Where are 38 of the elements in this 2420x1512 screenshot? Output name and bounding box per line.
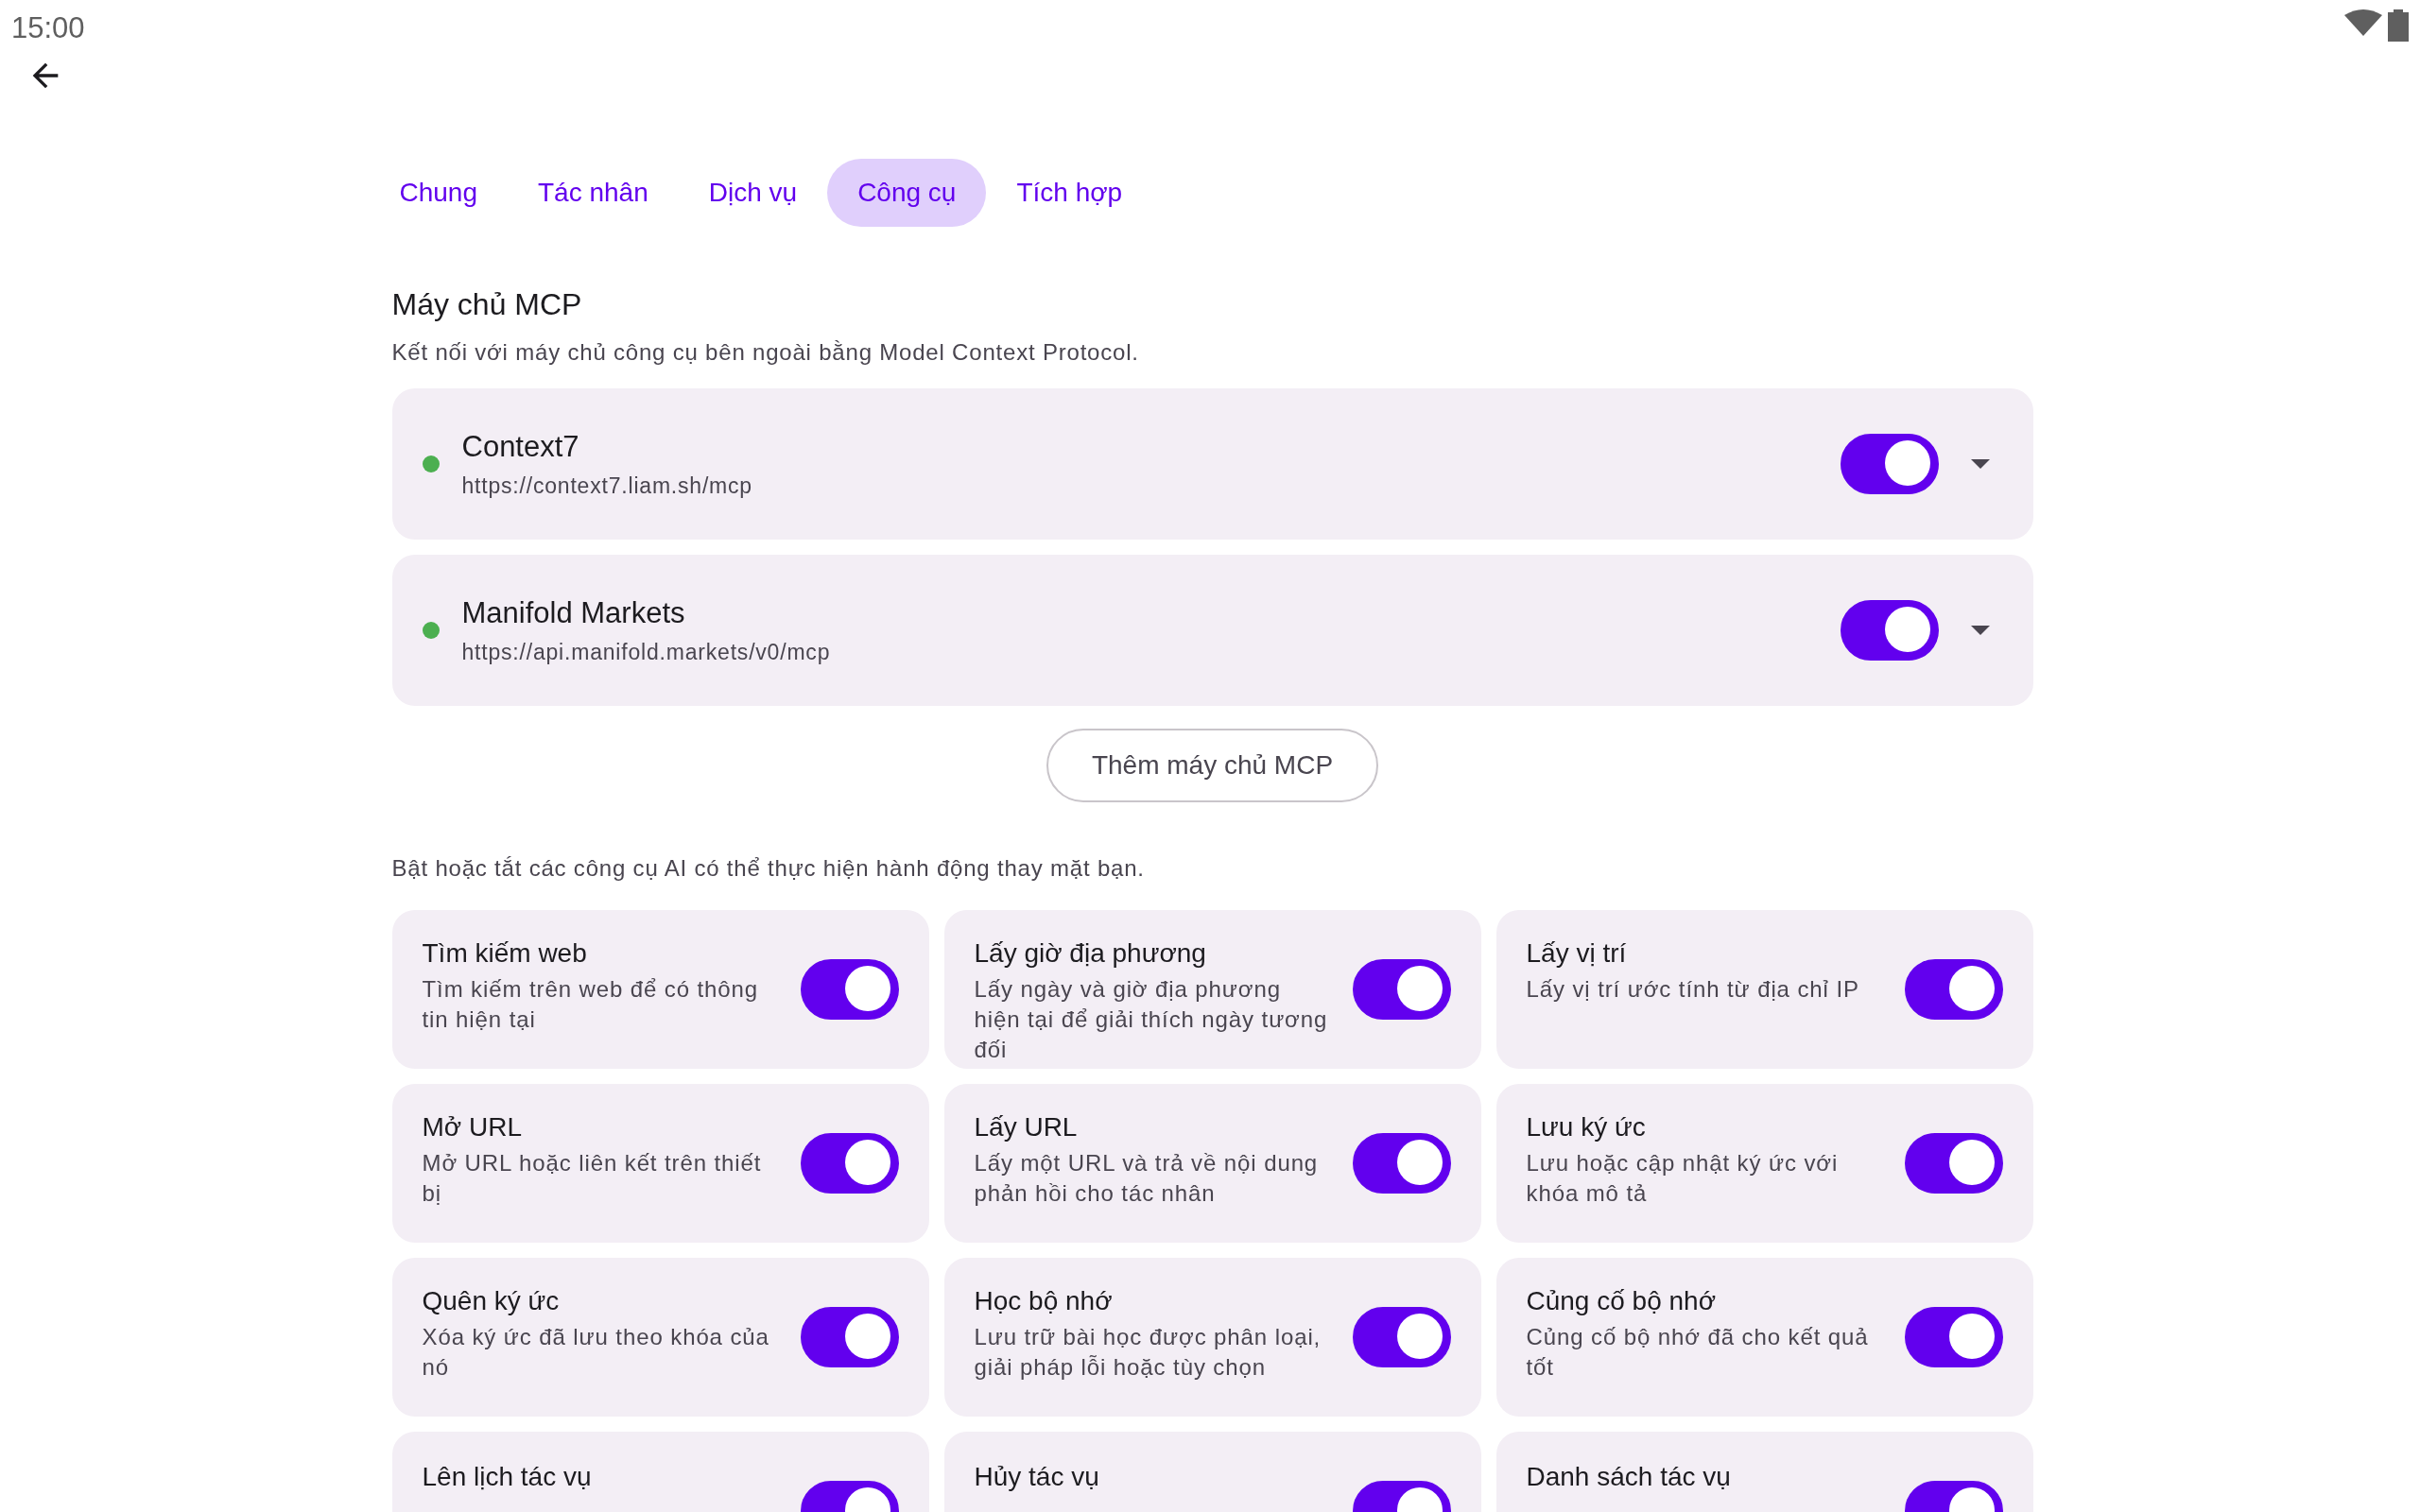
tool-description: Mở URL hoặc liên kết trên thiết bị xyxy=(422,1149,763,1208)
tool-name: Học bộ nhớ xyxy=(974,1286,1114,1316)
section-title: Máy chủ MCP xyxy=(391,287,583,322)
tool-name: Mở URL xyxy=(422,1112,523,1143)
tool-description: Tìm kiếm trên web để có thông tin hiện tại xyxy=(422,975,760,1034)
tool-name: Hủy tác vụ xyxy=(974,1462,1100,1492)
tool-name: Lưu ký ức xyxy=(1526,1112,1647,1143)
tool-description: Lấy ngày và giờ địa phương hiện tại để giải thích ngày tương đối xyxy=(974,975,1329,1064)
wifi-icon xyxy=(2344,9,2382,36)
tool-name: Quên ký ức xyxy=(422,1286,561,1316)
tool-name: Tìm kiếm web xyxy=(422,938,588,969)
server-name: Context7 xyxy=(461,429,580,464)
server-url: https://context7.liam.sh/mcp xyxy=(461,472,753,499)
tool-name: Lên lịch tác vụ xyxy=(422,1462,593,1492)
tab[interactable]: Tác nhân xyxy=(508,159,679,227)
add-server-button[interactable]: Thêm máy chủ MCP xyxy=(1046,729,1379,802)
tool-description: Lưu hoặc cập nhật ký ức với khóa mô tả xyxy=(1526,1149,1840,1208)
status-time: 15:00 xyxy=(11,11,85,45)
tool-name: Lấy vị trí xyxy=(1526,938,1628,969)
tool-name: Củng cố bộ nhớ xyxy=(1526,1286,1717,1316)
battery-icon xyxy=(2388,9,2409,42)
section-description: Kết nối với máy chủ công cụ bên ngoài bằng Model Context Protocol. xyxy=(391,339,1140,366)
tool-description: Lưu trữ bài học được phân loại, giải pháp lỗi hoặc tùy chọn xyxy=(974,1323,1322,1382)
tool-description: Xóa ký ức đã lưu theo khóa của nó xyxy=(422,1323,770,1382)
toggle-switch[interactable] xyxy=(1840,434,1939,494)
tool-name: Danh sách tác vụ xyxy=(1526,1462,1732,1492)
tool-name: Lấy URL xyxy=(974,1112,1079,1143)
tool-description: Củng cố bộ nhớ đã cho kết quả tốt xyxy=(1526,1323,1870,1382)
section-description: Bật hoặc tắt các công cụ AI có thể thực hiện hành động thay mặt bạn. xyxy=(391,855,1146,882)
server-url: https://api.manifold.markets/v0/mcp xyxy=(461,639,832,665)
tab[interactable]: Công cụ xyxy=(827,159,987,227)
tab[interactable]: Dịch vụ xyxy=(678,159,828,227)
tool-description: Lấy một URL và trả về nội dung phản hồi cho tác nhân xyxy=(974,1149,1320,1208)
server-name: Manifold Markets xyxy=(461,595,686,630)
tab[interactable]: Chung xyxy=(391,159,508,227)
tab[interactable]: Tích hợp xyxy=(986,159,1153,227)
tool-name: Lấy giờ địa phương xyxy=(974,938,1207,969)
tool-description: Lấy vị trí ước tính từ địa chỉ IP xyxy=(1526,975,1860,1004)
